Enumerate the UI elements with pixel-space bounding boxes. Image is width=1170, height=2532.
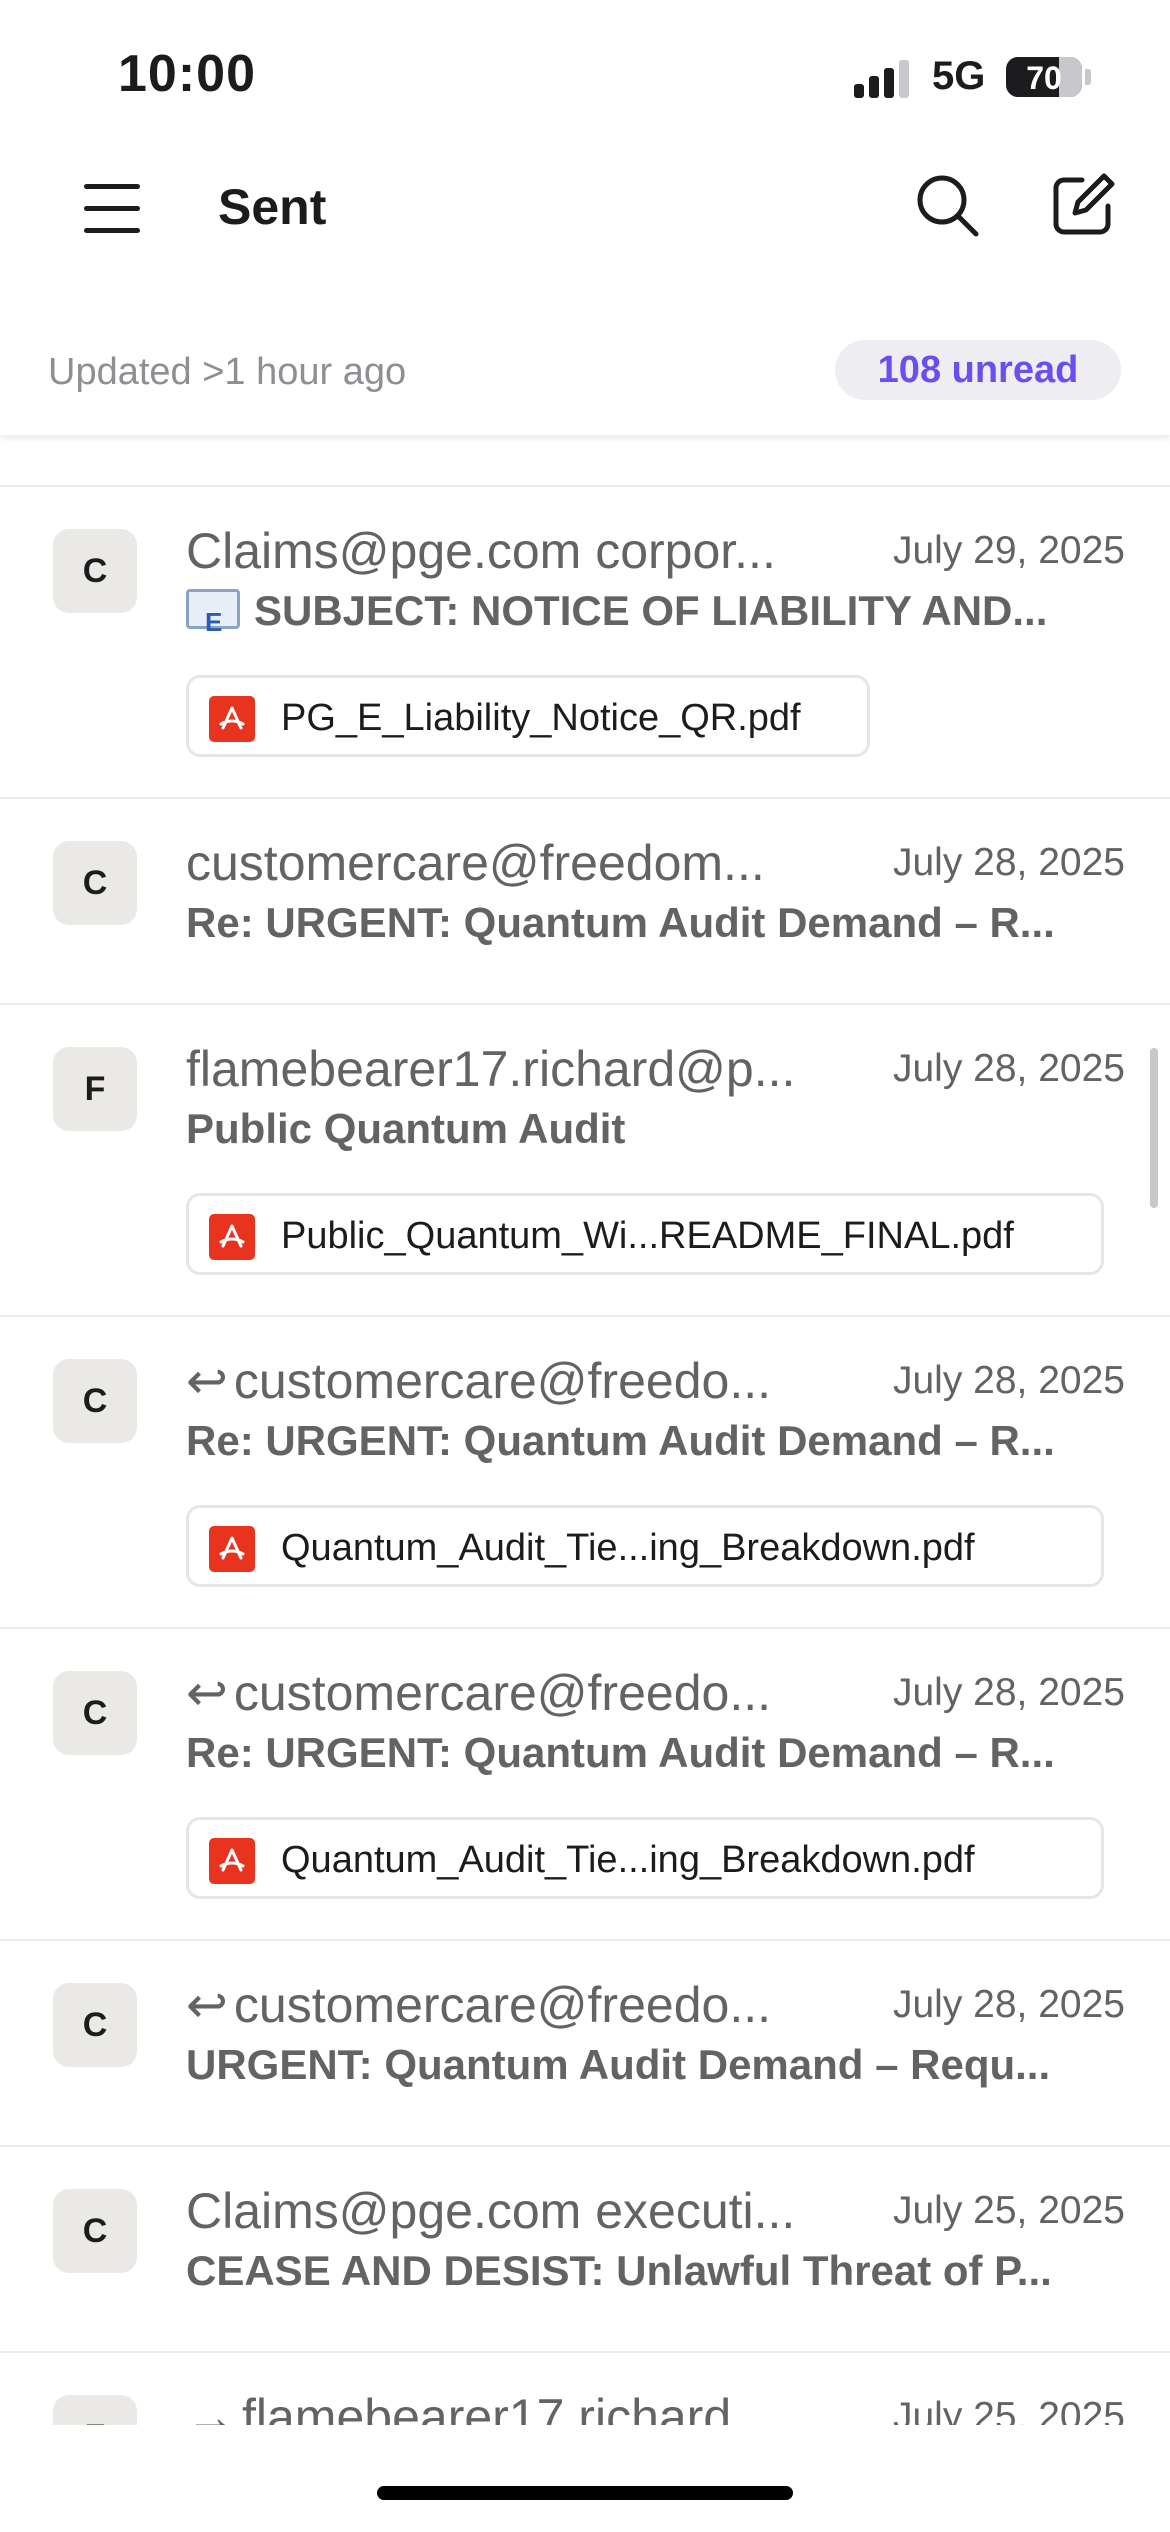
sender-avatar: C: [53, 1983, 137, 2067]
attachment-name: PG_E_Liability_Notice_QR.pdf: [281, 697, 801, 739]
attachment-name: Quantum_Audit_Tie...ing_Breakdown.pdf: [281, 1839, 975, 1881]
reply-arrow-icon: ↩: [186, 1665, 228, 1721]
unread-count-badge[interactable]: 108 unread: [835, 340, 1121, 400]
sender-avatar: C: [53, 1359, 137, 1443]
sender-name: → flamebearer17.richard...: [186, 2387, 846, 2425]
email-date: July 28, 2025: [892, 1047, 1125, 1090]
sync-status-bar: Updated >1 hour ago 108 unread: [0, 325, 1170, 435]
email-date: July 29, 2025: [892, 529, 1125, 572]
sender-name: ↩ customercare@freedo...: [186, 1975, 846, 2035]
scrollbar[interactable]: [1150, 1048, 1158, 1208]
reply-arrow-icon: ↩: [186, 1353, 228, 1409]
email-row[interactable]: C customercare@freedom... July 28, 2025 …: [0, 797, 1170, 1003]
home-indicator[interactable]: [377, 2486, 793, 2500]
email-date: July 28, 2025: [892, 1359, 1125, 1402]
email-subject: URGENT: Quantum Audit Demand – Requ...: [186, 2041, 1051, 2088]
email-row[interactable]: C ↩ customercare@freedo... July 28, 2025 …: [0, 1315, 1170, 1627]
network-type: 5G: [932, 54, 986, 98]
email-subject: SUBJECT: NOTICE OF LIABILITY AND...: [186, 583, 1106, 639]
email-subject: Public Quantum Audit: [186, 1105, 626, 1152]
compose-icon[interactable]: [1048, 170, 1118, 240]
email-list[interactable]: C Claims@pge.com corpor... July 29, 2025…: [0, 435, 1170, 2425]
sender-avatar: F: [53, 1047, 137, 1131]
signal-strength-icon: [854, 58, 914, 98]
sender-avatar: C: [53, 529, 137, 613]
reply-arrow-icon: ↩: [186, 1977, 228, 2033]
sender-name: flamebearer17.richard@p...: [186, 1041, 796, 1097]
email-date: July 25, 2025: [892, 2395, 1125, 2425]
sender-name-text: flamebearer17.richard...: [242, 2389, 773, 2425]
email-row[interactable]: C Claims@pge.com executi... July 25, 202…: [0, 2145, 1170, 2351]
attachment-chip[interactable]: Quantum_Audit_Tie...ing_Breakdown.pdf: [186, 1505, 1104, 1587]
pdf-icon: [209, 1838, 255, 1884]
attachment-name: Quantum_Audit_Tie...ing_Breakdown.pdf: [281, 1527, 975, 1569]
email-row[interactable]: C ↩ customercare@freedo... July 28, 2025 …: [0, 1939, 1170, 2145]
attachment-chip[interactable]: Quantum_Audit_Tie...ing_Breakdown.pdf: [186, 1817, 1104, 1899]
attachment-chip[interactable]: Public_Quantum_Wi...README_FINAL.pdf: [186, 1193, 1104, 1275]
pdf-icon: [209, 1214, 255, 1260]
last-updated-text: Updated >1 hour ago: [48, 351, 407, 393]
attachment-name: Public_Quantum_Wi...README_FINAL.pdf: [281, 1215, 1014, 1257]
attachment-chip[interactable]: PG_E_Liability_Notice_QR.pdf: [186, 675, 870, 757]
email-subject: Re: URGENT: Quantum Audit Demand – R...: [186, 1729, 1055, 1776]
email-row[interactable]: C ↩ customercare@freedo... July 28, 2025 …: [0, 1627, 1170, 1939]
sender-name: customercare@freedom...: [186, 835, 765, 891]
status-bar: 10:00 5G 70: [0, 0, 1170, 140]
email-date: July 28, 2025: [892, 1983, 1125, 2026]
email-subject: Re: URGENT: Quantum Audit Demand – R...: [186, 899, 1055, 946]
mail-header: Sent: [0, 150, 1170, 270]
sender-avatar: C: [53, 1671, 137, 1755]
email-row[interactable]: F flamebearer17.richard@p... July 28, 20…: [0, 1003, 1170, 1315]
sender-avatar: F: [53, 2395, 137, 2425]
battery-level: 70: [1026, 60, 1062, 96]
email-row[interactable]: F →flamebearer17.richard... July 25, 202…: [0, 2351, 1170, 2425]
email-subject-text: SUBJECT: NOTICE OF LIABILITY AND...: [254, 587, 1048, 634]
status-time: 10:00: [118, 45, 256, 103]
email-subject: Re: URGENT: Quantum Audit Demand – R...: [186, 1417, 1055, 1464]
email-subject: CEASE AND DESIST: Unlawful Threat of P..…: [186, 2247, 1052, 2294]
forward-arrow-icon: →: [186, 2389, 236, 2425]
pdf-icon: [209, 696, 255, 742]
sender-name: Claims@pge.com corpor...: [186, 523, 776, 579]
email-date: July 28, 2025: [892, 1671, 1125, 1714]
search-icon[interactable]: [912, 170, 982, 240]
sender-name: Claims@pge.com executi...: [186, 2183, 796, 2239]
email-date: July 25, 2025: [892, 2189, 1125, 2232]
sender-name-text: customercare@freedo...: [233, 1977, 771, 2033]
sender-name: ↩ customercare@freedo...: [186, 1351, 846, 1411]
sender-name-text: customercare@freedo...: [233, 1353, 771, 1409]
page-title: Sent: [218, 179, 327, 235]
hamburger-menu-icon[interactable]: [84, 180, 144, 236]
email-row[interactable]: C Claims@pge.com corpor... July 29, 2025…: [0, 485, 1170, 797]
pdf-icon: [209, 1526, 255, 1572]
sender-name-text: customercare@freedo...: [233, 1665, 771, 1721]
sender-name: ↩ customercare@freedo...: [186, 1663, 846, 1723]
sender-avatar: C: [53, 2189, 137, 2273]
email-emoji-icon: [186, 589, 240, 639]
sender-avatar: C: [53, 841, 137, 925]
battery-cap: [1085, 69, 1091, 85]
email-date: July 28, 2025: [892, 841, 1125, 884]
battery-icon: 70: [1006, 57, 1082, 97]
